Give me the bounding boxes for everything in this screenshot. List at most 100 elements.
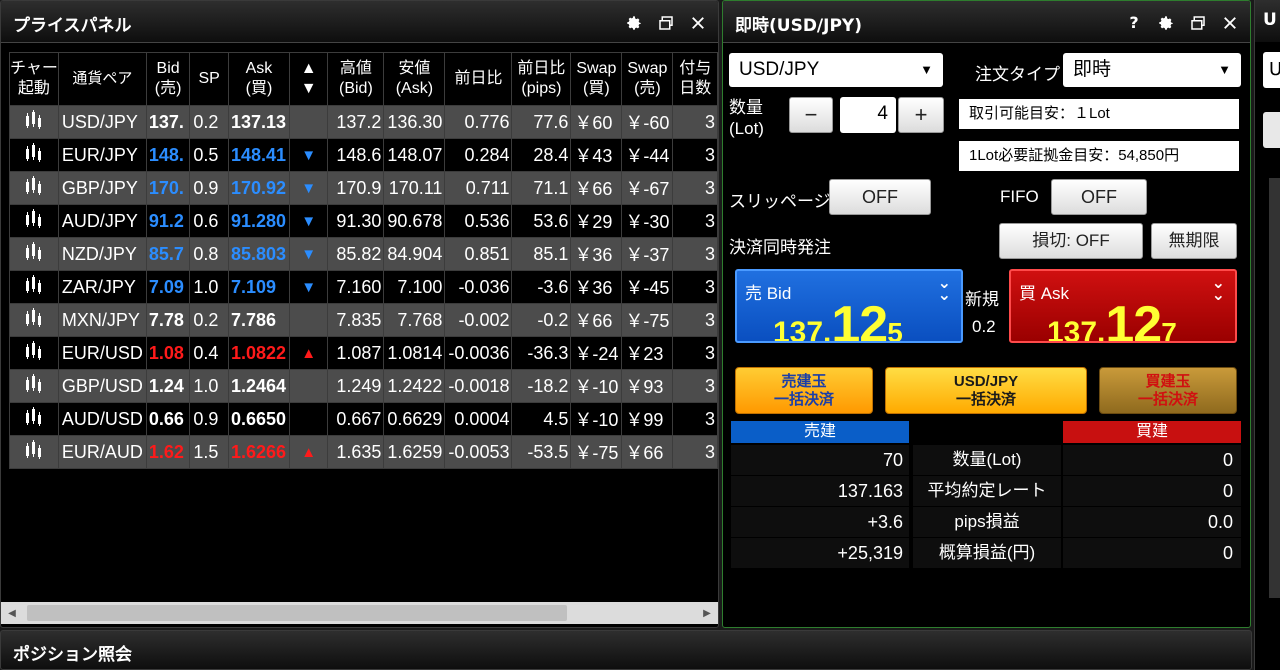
swap-days: 3 [672,402,718,436]
price-row[interactable]: GBP/JPY 170. 0.9 170.92 ▼ 170.9 170.11 0.711 71.… [9,171,718,205]
bid-price[interactable]: 85.7 [145,237,191,271]
chart-launch-icon[interactable] [9,402,59,436]
column-header[interactable]: Swap (売) [621,52,674,106]
day-change: -0.0053 [444,435,513,469]
column-header[interactable]: SP [189,52,229,106]
trend-arrow-icon: ▼ [288,204,329,238]
bid-price[interactable]: 1.62 [145,435,191,469]
bid-price[interactable]: 148. [145,138,191,172]
price-row[interactable]: USD/JPY 137. 0.2 137.13 137.2 136.30 0.776 77.6… [9,105,718,139]
gear-icon[interactable] [1156,13,1176,33]
day-change: 0.776 [444,105,513,139]
chart-launch-icon[interactable] [9,105,59,139]
ask-price[interactable]: 7.109 [227,270,291,304]
column-header[interactable]: チャー 起動 [9,52,59,106]
column-header[interactable]: ▲ ▼ [288,52,329,106]
ask-price[interactable]: 0.6650 [227,402,291,436]
close-icon[interactable] [688,13,708,33]
slippage-toggle[interactable]: OFF [829,179,931,215]
chart-launch-icon[interactable] [9,303,59,337]
ask-price[interactable]: 91.280 [227,204,291,238]
swap-buy: ￥36 [570,270,623,304]
quantity-decrement-button[interactable]: − [789,97,833,133]
right-panel-select[interactable]: U [1263,52,1280,88]
bulk-close-buy-button[interactable]: 買建玉 一括決済 [1099,367,1237,414]
scroll-left-icon[interactable]: ◀ [1,602,23,624]
ask-price[interactable]: 1.6266 [227,435,291,469]
chart-launch-icon[interactable] [9,435,59,469]
price-panel-title: プライスパネル [13,16,132,36]
sell-stat-value: 70 [731,445,909,475]
chart-launch-icon[interactable] [9,138,59,172]
currency-pair: MXN/JPY [57,303,147,337]
bid-price[interactable]: 1.08 [145,336,191,370]
column-header[interactable]: Ask (買) [227,52,291,106]
swap-sell: ￥-37 [621,237,674,271]
price-row[interactable]: EUR/JPY 148. 0.5 148.41 ▼ 148.6 148.07 0.284 28.… [9,138,718,172]
caret-down-icon: ▼ [920,62,933,77]
bid-price[interactable]: 1.24 [145,369,191,403]
chart-launch-icon[interactable] [9,204,59,238]
price-row[interactable]: EUR/AUD 1.62 1.5 1.6266 ▲ 1.635 1.6259 -0.0053-… [9,435,718,469]
column-header[interactable]: 安値 (Ask) [383,52,446,106]
tradable-info: 取引可能目安：１Lot [959,99,1239,129]
chart-launch-icon[interactable] [9,336,59,370]
chart-launch-icon[interactable] [9,270,59,304]
bid-price[interactable]: 170. [145,171,191,205]
price-row[interactable]: GBP/USD 1.24 1.0 1.2464 1.249 1.2422 -0.0018 -1… [9,369,718,403]
price-row[interactable]: AUD/USD 0.66 0.9 0.6650 0.667 0.6629 0.0004 4.5… [9,402,718,436]
price-row[interactable]: ZAR/JPY 7.09 1.0 7.109 ▼ 7.160 7.100 -0.036 -3.6… [9,270,718,304]
column-header[interactable]: 前日比 (pips) [511,52,572,106]
column-header[interactable]: 前日比 [444,52,513,106]
price-row[interactable]: NZD/JPY 85.7 0.8 85.803 ▼ 85.82 84.904 0.851 85.… [9,237,718,271]
bid-price[interactable]: 91.2 [145,204,191,238]
help-icon[interactable]: ? [1124,13,1144,33]
swap-buy: ￥60 [570,105,623,139]
right-panel-scrollbar[interactable] [1269,178,1280,598]
horizontal-scrollbar[interactable]: ◀ ▶ [1,602,718,624]
price-row[interactable]: EUR/USD 1.08 0.4 1.0822 ▲ 1.087 1.0814 -0.0036-… [9,336,718,370]
scrollbar-thumb[interactable] [27,605,567,621]
order-type-select[interactable]: 即時 ▼ [1063,53,1241,87]
restore-window-icon[interactable] [656,13,676,33]
column-header[interactable]: Bid (売) [145,52,191,106]
buy-ask-button[interactable]: 買 Ask ⌄ ⌄ 137.127 [1009,269,1237,343]
bid-price[interactable]: 7.78 [145,303,191,337]
bid-price[interactable]: 137. [145,105,191,139]
ask-price[interactable]: 170.92 [227,171,291,205]
quantity-input[interactable]: 4 [840,97,896,133]
pair-select[interactable]: USD/JPY ▼ [729,53,943,87]
ask-price[interactable]: 85.803 [227,237,291,271]
high-price: 1.635 [327,435,385,469]
chart-launch-icon[interactable] [9,237,59,271]
fifo-toggle[interactable]: OFF [1051,179,1147,215]
ask-price[interactable]: 148.41 [227,138,291,172]
unlimited-button[interactable]: 無期限 [1151,223,1237,259]
column-header[interactable]: 高値 (Bid) [327,52,385,106]
price-row[interactable]: AUD/JPY 91.2 0.6 91.280 ▼ 91.30 90.678 0.536 53.… [9,204,718,238]
bid-price[interactable]: 0.66 [145,402,191,436]
restore-window-icon[interactable] [1188,13,1208,33]
quantity-increment-button[interactable]: + [898,97,944,133]
bulk-close-pair-button[interactable]: USD/JPY 一括決済 [885,367,1087,414]
scroll-right-icon[interactable]: ▶ [696,602,718,624]
price-row[interactable]: MXN/JPY 7.78 0.2 7.786 7.835 7.768 -0.002 -0.2 ￥… [9,303,718,337]
column-header[interactable]: Swap (買) [570,52,623,106]
ask-price[interactable]: 1.0822 [227,336,291,370]
column-header[interactable]: 付与 日数 [672,52,718,106]
ask-price[interactable]: 1.2464 [227,369,291,403]
gear-icon[interactable] [624,13,644,33]
ask-price[interactable]: 7.786 [227,303,291,337]
bulk-close-sell-button[interactable]: 売建玉 一括決済 [735,367,873,414]
chart-launch-icon[interactable] [9,171,59,205]
sell-bid-button[interactable]: 売 Bid ⌄ ⌄ 137.125 [735,269,963,343]
close-icon[interactable] [1220,13,1240,33]
chart-launch-icon[interactable] [9,369,59,403]
margin-info: 1Lot必要証拠金目安：54,850円 [959,141,1239,171]
bid-price[interactable]: 7.09 [145,270,191,304]
stoploss-button[interactable]: 損切: OFF [999,223,1143,259]
right-panel-button[interactable] [1263,112,1280,148]
right-panel-title: U [1263,10,1277,30]
column-header[interactable]: 通貨ペア [57,52,147,106]
ask-price[interactable]: 137.13 [227,105,291,139]
